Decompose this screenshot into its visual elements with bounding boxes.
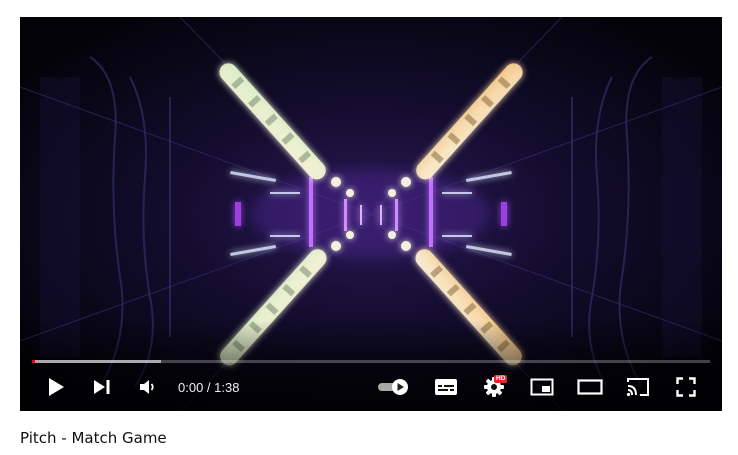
subtitles-button[interactable] (430, 369, 462, 405)
hd-badge: HD (494, 375, 508, 383)
theater-mode-icon (577, 379, 603, 395)
play-button[interactable] (40, 369, 72, 405)
settings-button[interactable]: HD (478, 369, 510, 405)
play-icon (49, 378, 64, 396)
subtitles-icon (435, 379, 457, 395)
progress-played (32, 360, 36, 363)
time-display: 0:00 / 1:38 (178, 369, 239, 405)
volume-icon (140, 380, 154, 394)
theater-mode-button[interactable] (573, 369, 607, 405)
fullscreen-icon (676, 377, 696, 397)
progress-bar[interactable] (32, 360, 710, 363)
progress-loaded (32, 360, 161, 363)
video-title[interactable]: Pitch - Match Game (20, 429, 167, 447)
control-bar: 0:00 / 1:38 HD (20, 369, 722, 405)
miniplayer-icon (530, 378, 554, 396)
skip-next-icon (94, 380, 110, 394)
autoplay-toggle-icon (378, 379, 408, 395)
autoplay-toggle[interactable] (376, 369, 412, 405)
fullscreen-button[interactable] (670, 369, 702, 405)
duration: 1:38 (214, 379, 240, 395)
cast-button[interactable] (622, 369, 654, 405)
miniplayer-button[interactable] (526, 369, 558, 405)
video-player[interactable]: 0:00 / 1:38 HD (20, 17, 722, 411)
current-time: 0:00 (178, 379, 204, 395)
cast-icon (626, 378, 649, 397)
next-button[interactable] (86, 369, 118, 405)
time-separator: / (203, 379, 215, 395)
mute-button[interactable] (132, 369, 164, 405)
